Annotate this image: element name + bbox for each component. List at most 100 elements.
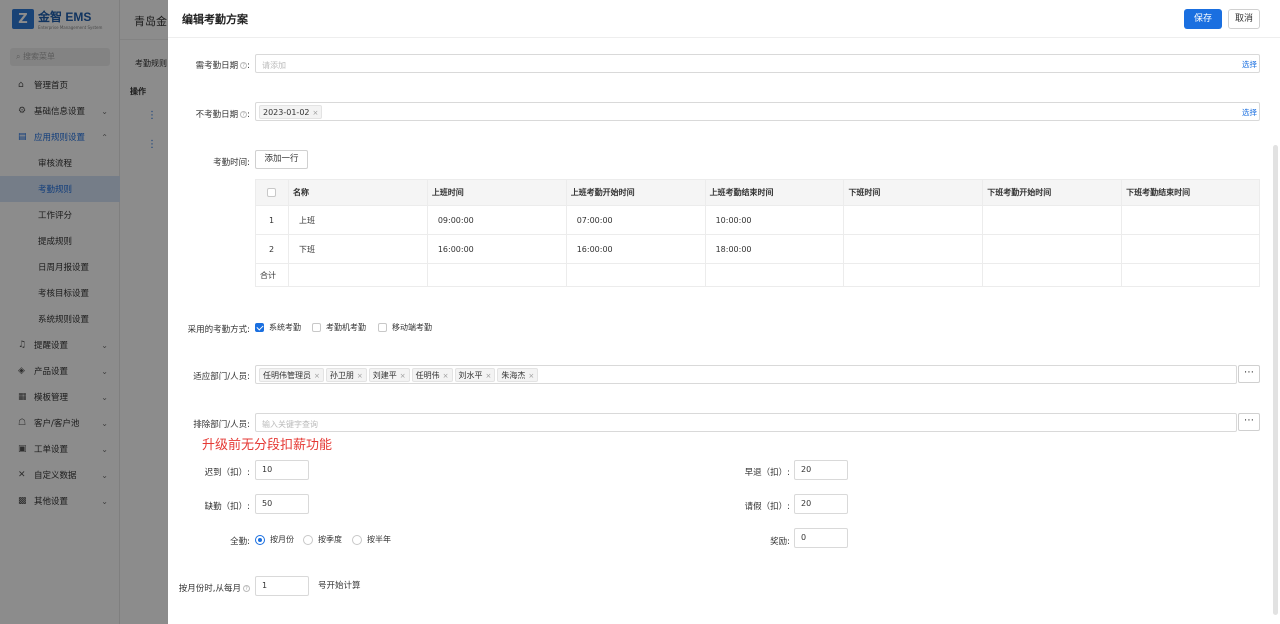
table-cell bbox=[565, 263, 706, 287]
person-tag: 朱海杰 × bbox=[497, 368, 539, 382]
more-options-button[interactable]: ⋯ bbox=[1238, 413, 1260, 431]
tag-label: 孙卫朋 bbox=[329, 371, 354, 380]
option-label: 考勤机考勤 bbox=[326, 323, 366, 332]
table-row[interactable]: 1 上班 09:00:00 07:00:00 10:00:00 bbox=[255, 205, 1260, 235]
close-icon[interactable]: × bbox=[357, 372, 363, 380]
early-input[interactable]: 20 bbox=[794, 460, 848, 480]
radio-unchecked bbox=[352, 534, 362, 545]
column-header: 名称 bbox=[287, 179, 428, 206]
late-label: 迟到（扣）: bbox=[204, 468, 250, 478]
option-label: 按季度 bbox=[318, 535, 342, 544]
monthly-start-input[interactable]: 1 bbox=[255, 576, 309, 596]
table-cell[interactable]: 16:00:00 bbox=[565, 234, 706, 264]
need-date-label-text: 需考勤日期 bbox=[195, 61, 239, 71]
table-cell[interactable]: 10:00:00 bbox=[704, 205, 845, 235]
close-icon[interactable]: × bbox=[400, 372, 406, 380]
edit-attendance-drawer: 编辑考勤方案 保存 取消 需考勤日期?: 请添加 选择 不考勤日期?: 2023… bbox=[168, 0, 1280, 624]
help-icon: ? bbox=[240, 62, 248, 69]
method-label: 采用的考勤方式: bbox=[187, 325, 250, 335]
no-date-select-link[interactable]: 选择 bbox=[1242, 107, 1257, 118]
early-label: 早退（扣）: bbox=[744, 468, 790, 478]
method-system-checkbox[interactable]: 系统考勤 bbox=[255, 322, 301, 333]
help-icon: ? bbox=[243, 585, 250, 592]
more-options-button[interactable]: ⋯ bbox=[1238, 365, 1260, 383]
full-by-month-radio[interactable]: 按月份 bbox=[255, 534, 294, 545]
cancel-button[interactable]: 取消 bbox=[1228, 9, 1260, 29]
table-cell[interactable] bbox=[843, 205, 984, 235]
table-cell[interactable]: 上班 bbox=[287, 205, 428, 235]
applicable-label: 适应部门/人员: bbox=[193, 372, 250, 382]
table-cell bbox=[287, 263, 428, 287]
add-row-button[interactable]: 添加一行 bbox=[255, 150, 308, 169]
table-cell[interactable]: 18:00:00 bbox=[704, 234, 845, 264]
drawer-header: 编辑考勤方案 保存 取消 bbox=[168, 0, 1280, 38]
need-date-placeholder: 请添加 bbox=[262, 61, 286, 70]
table-cell[interactable] bbox=[1121, 205, 1260, 235]
table-cell[interactable]: 09:00:00 bbox=[426, 205, 567, 235]
close-icon[interactable]: × bbox=[528, 372, 534, 380]
absent-input[interactable]: 50 bbox=[255, 494, 309, 514]
full-by-quarter-radio[interactable]: 按季度 bbox=[303, 534, 342, 545]
full-attendance-label: 全勤: bbox=[230, 537, 250, 547]
leave-input[interactable]: 20 bbox=[794, 494, 848, 514]
full-by-halfyear-radio[interactable]: 按半年 bbox=[352, 534, 391, 545]
checkbox-checked bbox=[255, 323, 264, 332]
help-icon: ? bbox=[240, 111, 248, 118]
exclude-label: 排除部门/人员: bbox=[193, 420, 250, 430]
table-row[interactable]: 2 下班 16:00:00 16:00:00 18:00:00 bbox=[255, 234, 1260, 264]
close-icon[interactable]: × bbox=[314, 372, 320, 380]
date-tag: 2023-01-02 × bbox=[259, 105, 323, 119]
table-total-row: 合计 bbox=[255, 263, 1260, 287]
person-tag: 任明伟 × bbox=[411, 368, 453, 382]
exclude-search-input[interactable]: 输入关键字查询 bbox=[255, 413, 1237, 432]
table-cell[interactable] bbox=[843, 234, 984, 264]
scrollbar[interactable] bbox=[1273, 145, 1278, 615]
table-cell[interactable]: 下班 bbox=[287, 234, 428, 264]
method-machine-checkbox[interactable]: 考勤机考勤 bbox=[312, 322, 366, 333]
option-label: 按月份 bbox=[270, 535, 294, 544]
table-cell[interactable] bbox=[982, 205, 1123, 235]
warning-text: 升级前无分段扣薪功能 bbox=[202, 438, 333, 453]
monthly-start-suffix: 号开始计算 bbox=[318, 581, 361, 591]
tag-label: 刘建平 bbox=[372, 371, 397, 380]
leave-label: 请假（扣）: bbox=[744, 502, 790, 512]
late-input[interactable]: 10 bbox=[255, 460, 309, 480]
row-index: 1 bbox=[255, 205, 289, 235]
drawer-title: 编辑考勤方案 bbox=[182, 13, 248, 26]
person-tag: 刘建平 × bbox=[368, 368, 410, 382]
person-tag: 刘水平 × bbox=[454, 368, 496, 382]
close-icon[interactable]: × bbox=[313, 109, 319, 117]
column-header: 上班考勤结束时间 bbox=[704, 179, 845, 206]
close-icon[interactable]: × bbox=[486, 372, 492, 380]
row-index: 2 bbox=[255, 234, 289, 264]
applicable-field[interactable]: 任明伟管理员 × 孙卫朋 × 刘建平 × 任明伟 × 刘水平 × 朱海杰 × bbox=[255, 365, 1237, 384]
column-header: 下班考勤开始时间 bbox=[982, 179, 1123, 206]
close-icon[interactable]: × bbox=[443, 372, 449, 380]
table-cell bbox=[704, 263, 845, 287]
option-label: 系统考勤 bbox=[269, 323, 301, 332]
time-label: 考勤时间: bbox=[213, 158, 250, 168]
radio-unchecked bbox=[303, 534, 313, 545]
no-date-label-text: 不考勤日期 bbox=[195, 110, 239, 120]
table-cell bbox=[1121, 263, 1260, 287]
no-date-field[interactable]: 2023-01-02 × bbox=[255, 102, 1260, 121]
select-all-checkbox[interactable] bbox=[255, 179, 289, 206]
monthly-start-label-text: 按月份时,从每月 bbox=[178, 584, 241, 594]
reward-label: 奖励: bbox=[770, 537, 790, 547]
reward-input[interactable]: 0 bbox=[794, 528, 848, 548]
option-label: 按半年 bbox=[367, 535, 391, 544]
need-date-select-link[interactable]: 选择 bbox=[1242, 59, 1257, 70]
save-button[interactable]: 保存 bbox=[1184, 9, 1222, 29]
total-label: 合计 bbox=[255, 263, 289, 287]
column-header: 上班时间 bbox=[426, 179, 567, 206]
table-cell[interactable] bbox=[982, 234, 1123, 264]
table-cell[interactable]: 16:00:00 bbox=[426, 234, 567, 264]
table-cell bbox=[426, 263, 567, 287]
need-date-field[interactable]: 请添加 bbox=[255, 54, 1260, 73]
method-mobile-checkbox[interactable]: 移动端考勤 bbox=[378, 322, 432, 333]
column-header: 下班考勤结束时间 bbox=[1121, 179, 1260, 206]
no-date-label: 不考勤日期?: bbox=[195, 110, 250, 120]
tag-label: 任明伟管理员 bbox=[263, 371, 311, 380]
table-cell[interactable]: 07:00:00 bbox=[565, 205, 706, 235]
table-cell[interactable] bbox=[1121, 234, 1260, 264]
